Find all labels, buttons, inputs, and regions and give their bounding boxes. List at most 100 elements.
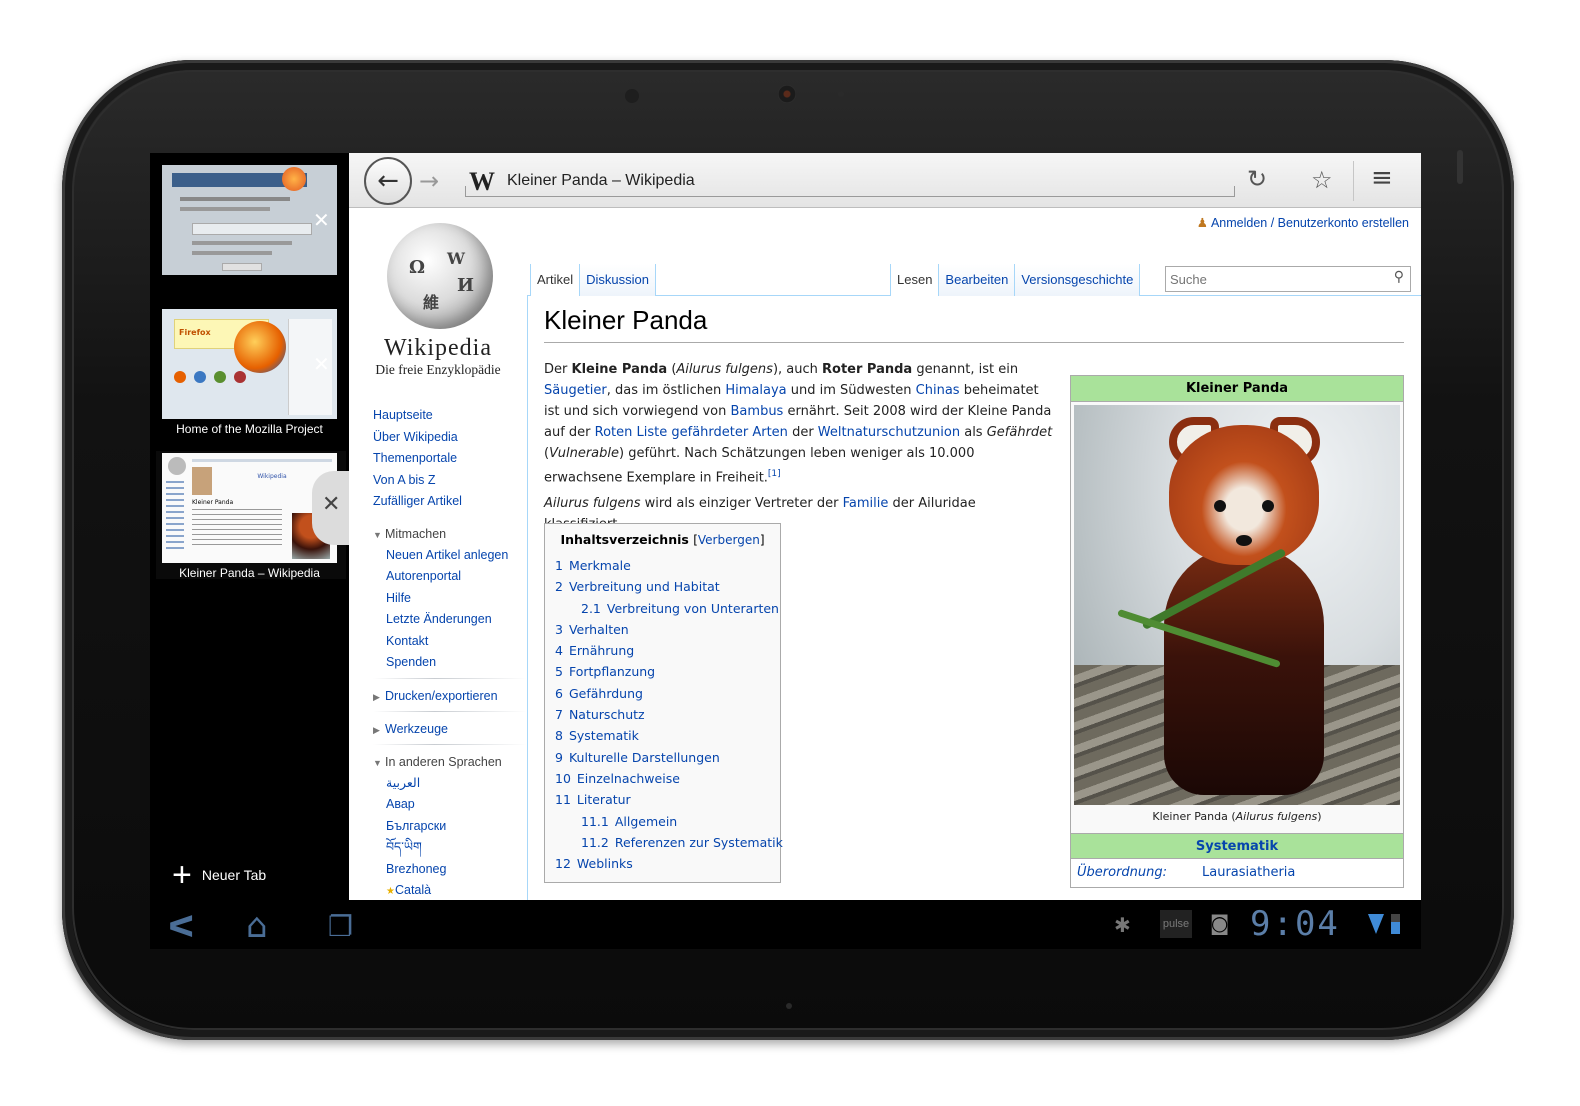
wikipedia-globe-icon[interactable]: Ω W И 維 [387, 223, 493, 329]
toc-link[interactable]: Kulturelle Darstellungen [569, 750, 720, 765]
toc-item[interactable]: 11.2 Referenzen zur Systematik [555, 832, 783, 853]
close-tab-2-icon[interactable]: ✕ [313, 354, 330, 374]
link-rote-liste[interactable]: Roten Liste gefährdeter Arten [595, 425, 788, 440]
toc-item[interactable]: 6 Gefährdung [555, 683, 770, 704]
toc-number: 11.1 [581, 813, 609, 829]
menu-icon[interactable]: ≡ [1371, 163, 1393, 193]
back-button[interactable]: ← [364, 157, 412, 205]
tab-thumbnail-1[interactable] [162, 165, 337, 275]
nav-link[interactable]: Zufälliger Artikel [373, 491, 527, 513]
link-weltnaturschutzunion[interactable]: Weltnaturschutzunion [818, 425, 960, 440]
toc-item[interactable]: 3 Verhalten [555, 619, 770, 640]
language-link[interactable]: العربية [386, 773, 527, 795]
tab-versionsgeschichte[interactable]: Versionsgeschichte [1015, 264, 1141, 296]
toc-link[interactable]: Merkmale [569, 558, 631, 573]
infobox-value[interactable]: Laurasiatheria [1202, 859, 1295, 887]
tab-lesen[interactable]: Lesen [890, 264, 940, 296]
login-link[interactable]: ♟ Anmelden / Benutzerkonto erstellen [1197, 215, 1409, 230]
toc-link[interactable]: Naturschutz [569, 707, 645, 722]
thumb-line [192, 241, 292, 245]
nav-link[interactable]: Letzte Änderungen [386, 609, 527, 631]
close-tab-1-icon[interactable]: ✕ [313, 210, 330, 230]
toc-link[interactable]: Referenzen zur Systematik [615, 835, 783, 850]
toc-item[interactable]: 12 Weblinks [555, 853, 770, 874]
toc-item[interactable]: 7 Naturschutz [555, 704, 770, 725]
nav-link[interactable]: Spenden [386, 652, 527, 674]
red-panda-photo[interactable] [1074, 405, 1400, 805]
toc-link[interactable]: Ernährung [569, 643, 634, 658]
language-link[interactable]: Català [395, 883, 431, 897]
infobox-section-systematik[interactable]: Systematik [1071, 833, 1403, 859]
toc-link[interactable]: Allgemein [615, 814, 677, 829]
toc-item[interactable]: 2 Verbreitung und Habitat [555, 576, 770, 597]
search-input[interactable] [1166, 267, 1376, 291]
nav-link[interactable]: Kontakt [386, 631, 527, 653]
infobox-key[interactable]: Überordnung: [1077, 859, 1202, 887]
recent-apps-icon[interactable]: ❐ [328, 910, 353, 943]
nav-link[interactable]: Neuen Artikel anlegen [386, 545, 527, 567]
nav-link[interactable]: Autorenportal [386, 566, 527, 588]
nav-link[interactable]: Themenportale [373, 448, 527, 470]
nav-link[interactable]: Hilfe [386, 588, 527, 610]
new-tab-button[interactable]: + Neuer Tab [172, 858, 266, 892]
tab-sidebar: ✕ Firefox ✕ Home of the Mozilla Project [150, 153, 352, 900]
toc-link[interactable]: Gefährdung [569, 686, 643, 701]
nav-link[interactable]: Hauptseite [373, 405, 527, 427]
home-nav-icon[interactable]: ⌂ [246, 906, 268, 946]
back-nav-icon[interactable]: ᐸ [168, 910, 195, 945]
link-bambus[interactable]: Bambus [731, 404, 784, 419]
link-familie[interactable]: Familie [843, 496, 889, 511]
toc-item[interactable]: 5 Fortpflanzung [555, 661, 770, 682]
toc-link[interactable]: Systematik [569, 728, 639, 743]
link-himalaya[interactable]: Himalaya [725, 383, 786, 398]
bookmark-star-icon[interactable]: ☆ [1311, 166, 1333, 194]
toc-item[interactable]: 10 Einzelnachweise [555, 768, 770, 789]
toc-hide-link[interactable]: Verbergen [698, 533, 760, 547]
tab-diskussion[interactable]: Diskussion [580, 264, 656, 296]
language-link[interactable]: Български [386, 816, 527, 838]
table-of-contents: Inhaltsverzeichnis [Verbergen] 1 Merkmale… [544, 523, 783, 884]
portal-werkzeuge-heading[interactable]: ▶ Werkzeuge [373, 718, 527, 740]
tab-thumbnail-2[interactable]: Firefox [162, 309, 337, 419]
text: wird als einziger Vertreter der [640, 496, 843, 511]
shopping-bag-icon[interactable]: ◙ [1210, 911, 1229, 935]
clock[interactable]: 9:04 [1250, 904, 1340, 944]
url-bar[interactable]: W Kleiner Panda – Wikipedia [465, 165, 1235, 197]
toc-link[interactable]: Weblinks [577, 856, 633, 871]
toc-item[interactable]: 9 Kulturelle Darstellungen [555, 747, 770, 768]
link-chinas[interactable]: Chinas [916, 383, 960, 398]
language-link[interactable]: Авар [386, 794, 527, 816]
portal-drucken-heading[interactable]: ▶ Drucken/exportieren [373, 685, 527, 707]
toc-link[interactable]: Literatur [577, 792, 631, 807]
nav-link[interactable]: Von A bis Z [373, 470, 527, 492]
language-link[interactable]: བོད་ཡིག [386, 837, 527, 859]
search-icon[interactable]: ⚲ [1394, 269, 1404, 285]
toc-item[interactable]: 8 Systematik [555, 725, 770, 746]
forward-button[interactable]: → [419, 167, 439, 195]
toc-item[interactable]: 11 Literatur [555, 789, 770, 810]
tab-bearbeiten[interactable]: Bearbeiten [939, 264, 1016, 296]
link-saeugetier[interactable]: Säugetier [544, 383, 607, 398]
tab-artikel[interactable]: Artikel [530, 264, 581, 296]
nav-link[interactable]: Über Wikipedia [373, 427, 527, 449]
toc-link[interactable]: Verhalten [569, 622, 629, 637]
language-link[interactable]: Brezhoneg [386, 859, 527, 881]
toc-link[interactable]: Verbreitung von Unterarten [607, 601, 779, 616]
toc-item[interactable]: 4 Ernährung [555, 640, 770, 661]
toc-item[interactable]: 1 Merkmale [555, 555, 770, 576]
wikipedia-tagline: Die freie Enzyklopädie [375, 362, 501, 377]
reference-link[interactable]: [1] [768, 469, 781, 479]
toc-link[interactable]: Fortpflanzung [569, 664, 655, 679]
reload-icon[interactable]: ↻ [1247, 165, 1267, 193]
close-tab-3-icon[interactable]: ✕ [322, 494, 340, 516]
toc-link[interactable]: Verbreitung und Habitat [569, 579, 720, 594]
portal-sprachen-heading[interactable]: ▼ In anderen Sprachen [373, 751, 527, 773]
tab-thumbnail-3[interactable]: Wikipedia Kleiner Panda [162, 453, 337, 563]
wikipedia-favicon-icon: W [469, 167, 495, 196]
pulse-notification-icon[interactable]: pulse [1160, 910, 1192, 938]
toc-link[interactable]: Einzelnachweise [577, 771, 680, 786]
toc-item[interactable]: 2.1 Verbreitung von Unterarten [555, 598, 779, 619]
toc-item[interactable]: 11.1 Allgemein [555, 811, 770, 832]
portal-mitmachen-heading[interactable]: ▼ Mitmachen [373, 523, 527, 545]
text-bold: Roter Panda [822, 362, 913, 377]
